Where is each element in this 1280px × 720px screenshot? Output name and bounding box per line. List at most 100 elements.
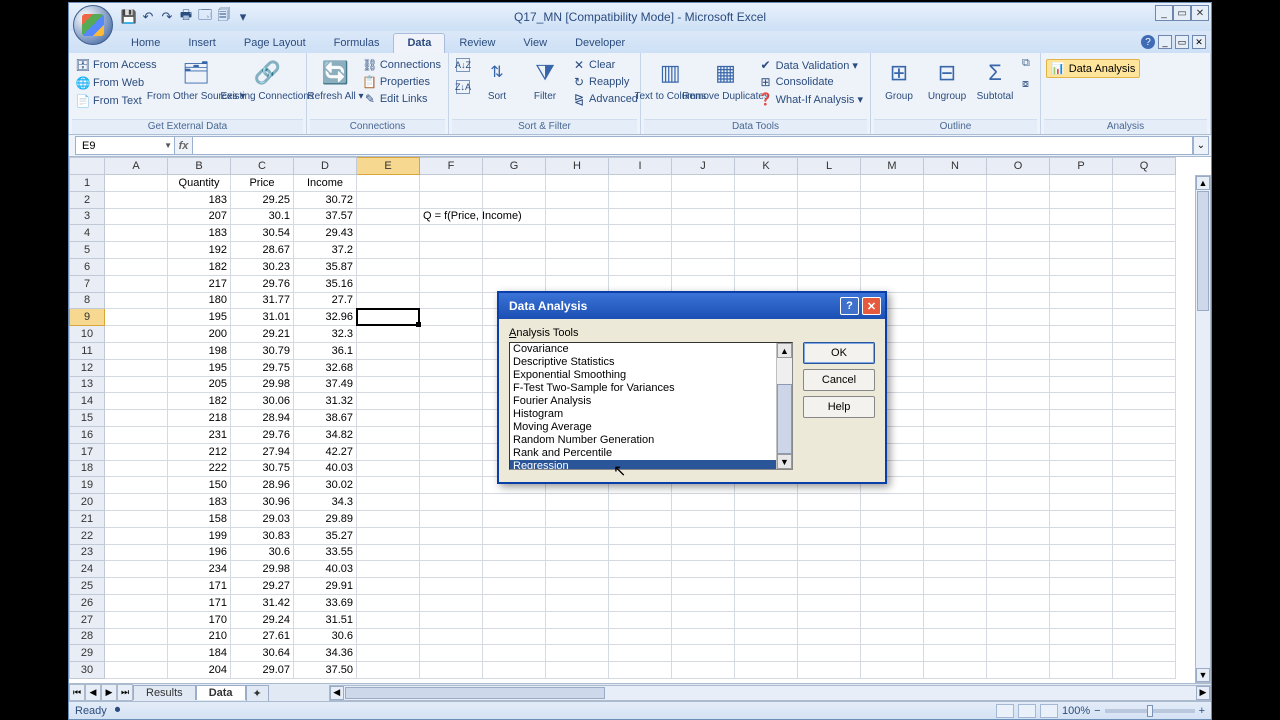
cell[interactable] bbox=[609, 612, 672, 629]
cell[interactable] bbox=[1113, 662, 1176, 679]
cell[interactable]: 205 bbox=[168, 377, 231, 394]
cell[interactable] bbox=[105, 225, 168, 242]
cell[interactable] bbox=[483, 528, 546, 545]
page-layout-view-button[interactable] bbox=[1018, 704, 1036, 718]
cell[interactable] bbox=[105, 209, 168, 226]
cell[interactable] bbox=[924, 393, 987, 410]
cell[interactable]: 36.1 bbox=[294, 343, 357, 360]
cell[interactable] bbox=[798, 259, 861, 276]
cell[interactable] bbox=[798, 612, 861, 629]
tab-formulas[interactable]: Formulas bbox=[320, 33, 394, 53]
sheet-prev-button[interactable]: ◀ bbox=[85, 684, 101, 701]
cell[interactable] bbox=[924, 444, 987, 461]
cell[interactable] bbox=[357, 410, 420, 427]
cell[interactable]: 30.96 bbox=[231, 494, 294, 511]
cell[interactable] bbox=[987, 225, 1050, 242]
show-detail-icon[interactable]: ⧉ bbox=[1022, 57, 1030, 70]
cell[interactable] bbox=[1113, 360, 1176, 377]
column-header[interactable]: L bbox=[798, 157, 861, 175]
cell[interactable]: 210 bbox=[168, 629, 231, 646]
cell[interactable] bbox=[420, 561, 483, 578]
cell[interactable] bbox=[357, 494, 420, 511]
row-header[interactable]: 24 bbox=[69, 561, 105, 578]
cell[interactable]: 37.50 bbox=[294, 662, 357, 679]
cell[interactable]: 30.6 bbox=[294, 629, 357, 646]
scroll-up-icon[interactable]: ▲ bbox=[1196, 176, 1210, 190]
cell[interactable] bbox=[546, 175, 609, 192]
vertical-scrollbar[interactable]: ▲ ▼ bbox=[1195, 175, 1211, 683]
list-item[interactable]: Histogram bbox=[510, 408, 776, 421]
cell[interactable] bbox=[357, 192, 420, 209]
mdi-restore-button[interactable]: ▭ bbox=[1175, 35, 1189, 49]
row-header[interactable]: 27 bbox=[69, 612, 105, 629]
cell[interactable]: 231 bbox=[168, 427, 231, 444]
cell[interactable] bbox=[609, 662, 672, 679]
cell[interactable] bbox=[798, 225, 861, 242]
cell[interactable] bbox=[483, 511, 546, 528]
column-header[interactable]: A bbox=[105, 157, 168, 175]
cell[interactable] bbox=[861, 225, 924, 242]
cell[interactable] bbox=[672, 209, 735, 226]
new-icon[interactable]: 🗐 bbox=[216, 9, 232, 25]
cell[interactable] bbox=[924, 192, 987, 209]
cell[interactable]: 182 bbox=[168, 393, 231, 410]
cell[interactable] bbox=[924, 360, 987, 377]
cell[interactable] bbox=[1050, 293, 1113, 310]
cell[interactable]: 195 bbox=[168, 360, 231, 377]
cell[interactable] bbox=[546, 595, 609, 612]
cell[interactable]: 34.36 bbox=[294, 645, 357, 662]
cell[interactable]: 217 bbox=[168, 276, 231, 293]
list-item[interactable]: F-Test Two-Sample for Variances bbox=[510, 382, 776, 395]
cell[interactable]: 204 bbox=[168, 662, 231, 679]
cell[interactable] bbox=[924, 511, 987, 528]
cell[interactable]: 29.76 bbox=[231, 276, 294, 293]
cell[interactable] bbox=[672, 225, 735, 242]
cell[interactable] bbox=[987, 377, 1050, 394]
cell[interactable] bbox=[987, 511, 1050, 528]
cell[interactable] bbox=[672, 494, 735, 511]
cell[interactable] bbox=[735, 561, 798, 578]
mdi-close-button[interactable]: ✕ bbox=[1192, 35, 1206, 49]
cell[interactable] bbox=[861, 662, 924, 679]
group-button[interactable]: ⊞Group bbox=[876, 57, 922, 103]
cell[interactable] bbox=[483, 225, 546, 242]
cell[interactable] bbox=[357, 326, 420, 343]
sort-asc-button[interactable]: A↓Z bbox=[454, 57, 472, 73]
cell[interactable] bbox=[1113, 192, 1176, 209]
zoom-in-button[interactable]: + bbox=[1199, 705, 1205, 717]
cell[interactable] bbox=[357, 259, 420, 276]
cell[interactable] bbox=[861, 511, 924, 528]
save-icon[interactable]: 💾 bbox=[121, 9, 137, 25]
cell[interactable] bbox=[420, 477, 483, 494]
cell[interactable] bbox=[987, 410, 1050, 427]
cell[interactable] bbox=[546, 645, 609, 662]
column-header[interactable]: M bbox=[861, 157, 924, 175]
advanced-button[interactable]: ⧎Advanced bbox=[570, 91, 640, 107]
cell[interactable] bbox=[1050, 662, 1113, 679]
cell[interactable] bbox=[672, 662, 735, 679]
select-all-corner[interactable] bbox=[69, 157, 105, 175]
sheet-tab-data[interactable]: Data bbox=[196, 685, 246, 700]
restore-button[interactable]: ▭ bbox=[1173, 5, 1191, 21]
cell[interactable] bbox=[735, 578, 798, 595]
row-header[interactable]: 9 bbox=[69, 309, 105, 326]
row-header[interactable]: 10 bbox=[69, 326, 105, 343]
row-header[interactable]: 4 bbox=[69, 225, 105, 242]
tab-review[interactable]: Review bbox=[445, 33, 509, 53]
cell[interactable] bbox=[546, 629, 609, 646]
zoom-slider[interactable] bbox=[1105, 709, 1195, 713]
cell[interactable] bbox=[987, 293, 1050, 310]
cell[interactable] bbox=[609, 629, 672, 646]
cell[interactable] bbox=[609, 175, 672, 192]
column-header[interactable]: O bbox=[987, 157, 1050, 175]
cell[interactable] bbox=[546, 225, 609, 242]
cell[interactable] bbox=[861, 175, 924, 192]
cell[interactable] bbox=[1113, 477, 1176, 494]
existing-connections-button[interactable]: 🔗Existing Connections bbox=[233, 57, 301, 103]
cell[interactable] bbox=[798, 494, 861, 511]
cell[interactable] bbox=[924, 545, 987, 562]
cell[interactable] bbox=[105, 461, 168, 478]
cell[interactable] bbox=[798, 528, 861, 545]
cell[interactable]: 29.25 bbox=[231, 192, 294, 209]
cell[interactable] bbox=[861, 242, 924, 259]
